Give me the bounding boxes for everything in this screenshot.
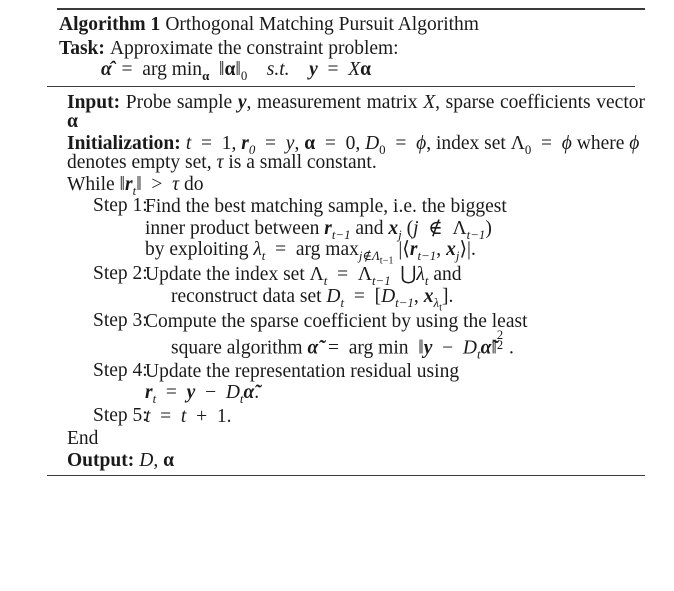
step-2-body: Update the index set Λt = Λt−1 ⋃λt and reco…	[145, 264, 645, 314]
algorithm-bottom-rule	[47, 475, 645, 477]
step-2-line-2: reconstruct data set Dt = [Dt−1, xλt].	[171, 285, 454, 314]
algorithm-body: Input: Probe sample y, measurement matri…	[47, 87, 645, 472]
while-line: While ‖rt‖ > τ do	[67, 173, 645, 198]
input-label: Input:	[67, 91, 121, 113]
step-1-label: Step 1:	[93, 195, 148, 216]
input-text: Probe sample y, measurement matrix X, sp…	[67, 91, 645, 132]
input-line: Input: Probe sample y, measurement matri…	[67, 92, 645, 133]
step-4-line-2: rt = y − Dtα̃.	[145, 382, 260, 407]
algorithm-block: Algorithm 1 Orthogonal Matching Pursuit A…	[47, 8, 645, 477]
task-line: Task: Approximate the constraint problem:	[59, 38, 645, 60]
step-1-line-1: Find the best matching sample, i.e. the …	[145, 196, 507, 217]
algorithm-title-line: Algorithm 1 Orthogonal Matching Pursuit A…	[59, 14, 645, 38]
end-line: End	[67, 428, 99, 450]
step-2-label: Step 2:	[93, 263, 148, 285]
step-5: Step 5: t = t +1.	[67, 405, 645, 429]
algorithm-header: Algorithm 1 Orthogonal Matching Pursuit A…	[47, 10, 645, 83]
step-4: Step 4: Update the representation residu…	[67, 359, 645, 407]
algorithm-title: Orthogonal Matching Pursuit Algorithm	[165, 14, 479, 35]
step-1-body: Find the best matching sample, i.e. the …	[145, 196, 645, 267]
while-text: While ‖rt‖ > τ do	[67, 173, 204, 198]
step-3-line-1: Compute the sparse coefficient by using …	[145, 311, 528, 333]
initialization-label: Initialization:	[67, 132, 181, 154]
step-5-body: t = t +1.	[145, 406, 645, 428]
output-line: Output: D, α	[67, 450, 645, 472]
step-3-label: Step 3:	[93, 310, 148, 332]
task-label: Task:	[59, 37, 105, 59]
task-text: Approximate the constraint problem:	[109, 37, 399, 59]
step-2-line-1: Update the index set Λt = Λt−1 ⋃λt and	[145, 264, 462, 289]
initialization-line: Initialization: t = 1, r0 = y, α = 0, D0 = ϕ, ind…	[67, 133, 649, 174]
output-text: D, α	[139, 449, 174, 471]
step-3-body: Compute the sparse coefficient by using …	[145, 311, 645, 362]
step-3-line-2: square algorithm α̃ = arg min ‖y − Dtα̃‖ 2 2.	[171, 327, 514, 362]
step-3: Step 3: Compute the sparse coefficient b…	[67, 310, 645, 360]
step-2: Step 2: Update the index set Λt = Λt−1 ⋃λt …	[67, 263, 645, 314]
step-1-line-2: inner product between rt−1 and xj (j ∉ Λt−…	[145, 217, 492, 242]
step-5-line-1: t = t +1.	[145, 405, 232, 427]
step-1-line-3: by exploiting λt = arg maxj∉Λt−1 |⟨rt−1, xj…	[145, 239, 476, 267]
step-4-line-1: Update the representation residual using	[145, 360, 460, 382]
task-equation: α̂ = arg minα ‖α‖0 s.t. y = Xα	[101, 59, 372, 83]
step-4-label: Step 4:	[93, 359, 148, 381]
output-label: Output:	[67, 449, 135, 471]
step-1: Step 1: Find the best matching sample, i…	[67, 195, 645, 267]
step-4-body: Update the representation residual using…	[145, 360, 645, 407]
step-5-label: Step 5:	[93, 404, 148, 426]
algorithm-number: Algorithm 1	[59, 14, 161, 35]
